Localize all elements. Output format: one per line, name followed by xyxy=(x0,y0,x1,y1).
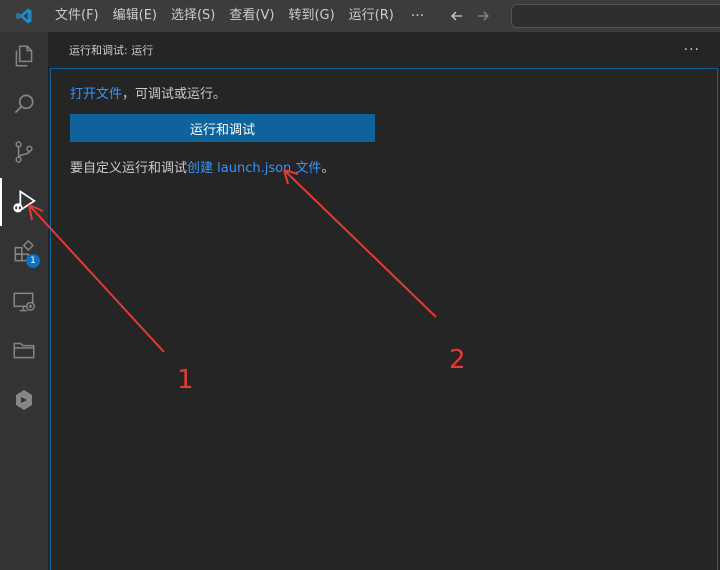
title-bar: 文件(F) 编辑(E) 选择(S) 查看(V) 转到(G) 运行(R) ··· xyxy=(0,0,720,32)
menu-run[interactable]: 运行(R) xyxy=(342,0,401,32)
annotation-label-1: 1 xyxy=(177,365,194,395)
menu-selection[interactable]: 选择(S) xyxy=(164,0,222,32)
navigation-arrows xyxy=(444,0,496,32)
sidebar-header: 运行和调试: 运行 ··· xyxy=(48,32,720,67)
customize-line: 要自定义运行和调试创建 launch.json 文件。 xyxy=(70,157,334,176)
run-and-debug-sidebar: 运行和调试: 运行 ··· 打开文件，可调试或运行。 运行和调试 要自定义运行和… xyxy=(48,32,720,570)
folder-icon[interactable] xyxy=(0,326,48,374)
activity-bar: 1 xyxy=(0,32,48,570)
sidebar-more-button[interactable]: ··· xyxy=(684,42,700,58)
explorer-icon[interactable] xyxy=(0,32,48,80)
menu-view[interactable]: 查看(V) xyxy=(222,0,281,32)
search-icon[interactable] xyxy=(0,80,48,128)
open-file-line: 打开文件，可调试或运行。 xyxy=(70,83,226,102)
source-control-icon[interactable] xyxy=(0,128,48,176)
remote-explorer-icon[interactable] xyxy=(0,278,48,326)
menu-file[interactable]: 文件(F) xyxy=(48,0,106,32)
run-and-debug-button[interactable]: 运行和调试 xyxy=(70,114,375,142)
menu-bar: 文件(F) 编辑(E) 选择(S) 查看(V) 转到(G) 运行(R) ··· xyxy=(48,0,434,32)
sidebar-title: 运行和调试: 运行 xyxy=(69,43,154,57)
customize-prefix: 要自定义运行和调试 xyxy=(70,161,188,176)
extensions-badge: 1 xyxy=(26,254,40,268)
customize-suffix: 。 xyxy=(321,161,335,176)
command-center-search[interactable] xyxy=(511,4,720,28)
back-arrow-icon[interactable] xyxy=(444,0,470,32)
open-file-link[interactable]: 打开文件 xyxy=(70,87,122,102)
extension-shield-icon[interactable] xyxy=(0,376,48,424)
run-and-debug-panel: 打开文件，可调试或运行。 运行和调试 要自定义运行和调试创建 launch.js… xyxy=(50,68,718,570)
menu-go[interactable]: 转到(G) xyxy=(281,0,341,32)
extensions-icon[interactable]: 1 xyxy=(0,228,48,276)
create-launch-json-link[interactable]: 创建 launch.json 文件 xyxy=(187,161,321,176)
vscode-logo-icon xyxy=(0,0,48,32)
menu-edit[interactable]: 编辑(E) xyxy=(106,0,164,32)
open-file-suffix: ，可调试或运行。 xyxy=(122,87,227,102)
menu-more-button[interactable]: ··· xyxy=(401,0,434,32)
run-and-debug-icon[interactable] xyxy=(0,178,48,226)
forward-arrow-icon[interactable] xyxy=(470,0,496,32)
annotation-label-2: 2 xyxy=(449,345,466,375)
